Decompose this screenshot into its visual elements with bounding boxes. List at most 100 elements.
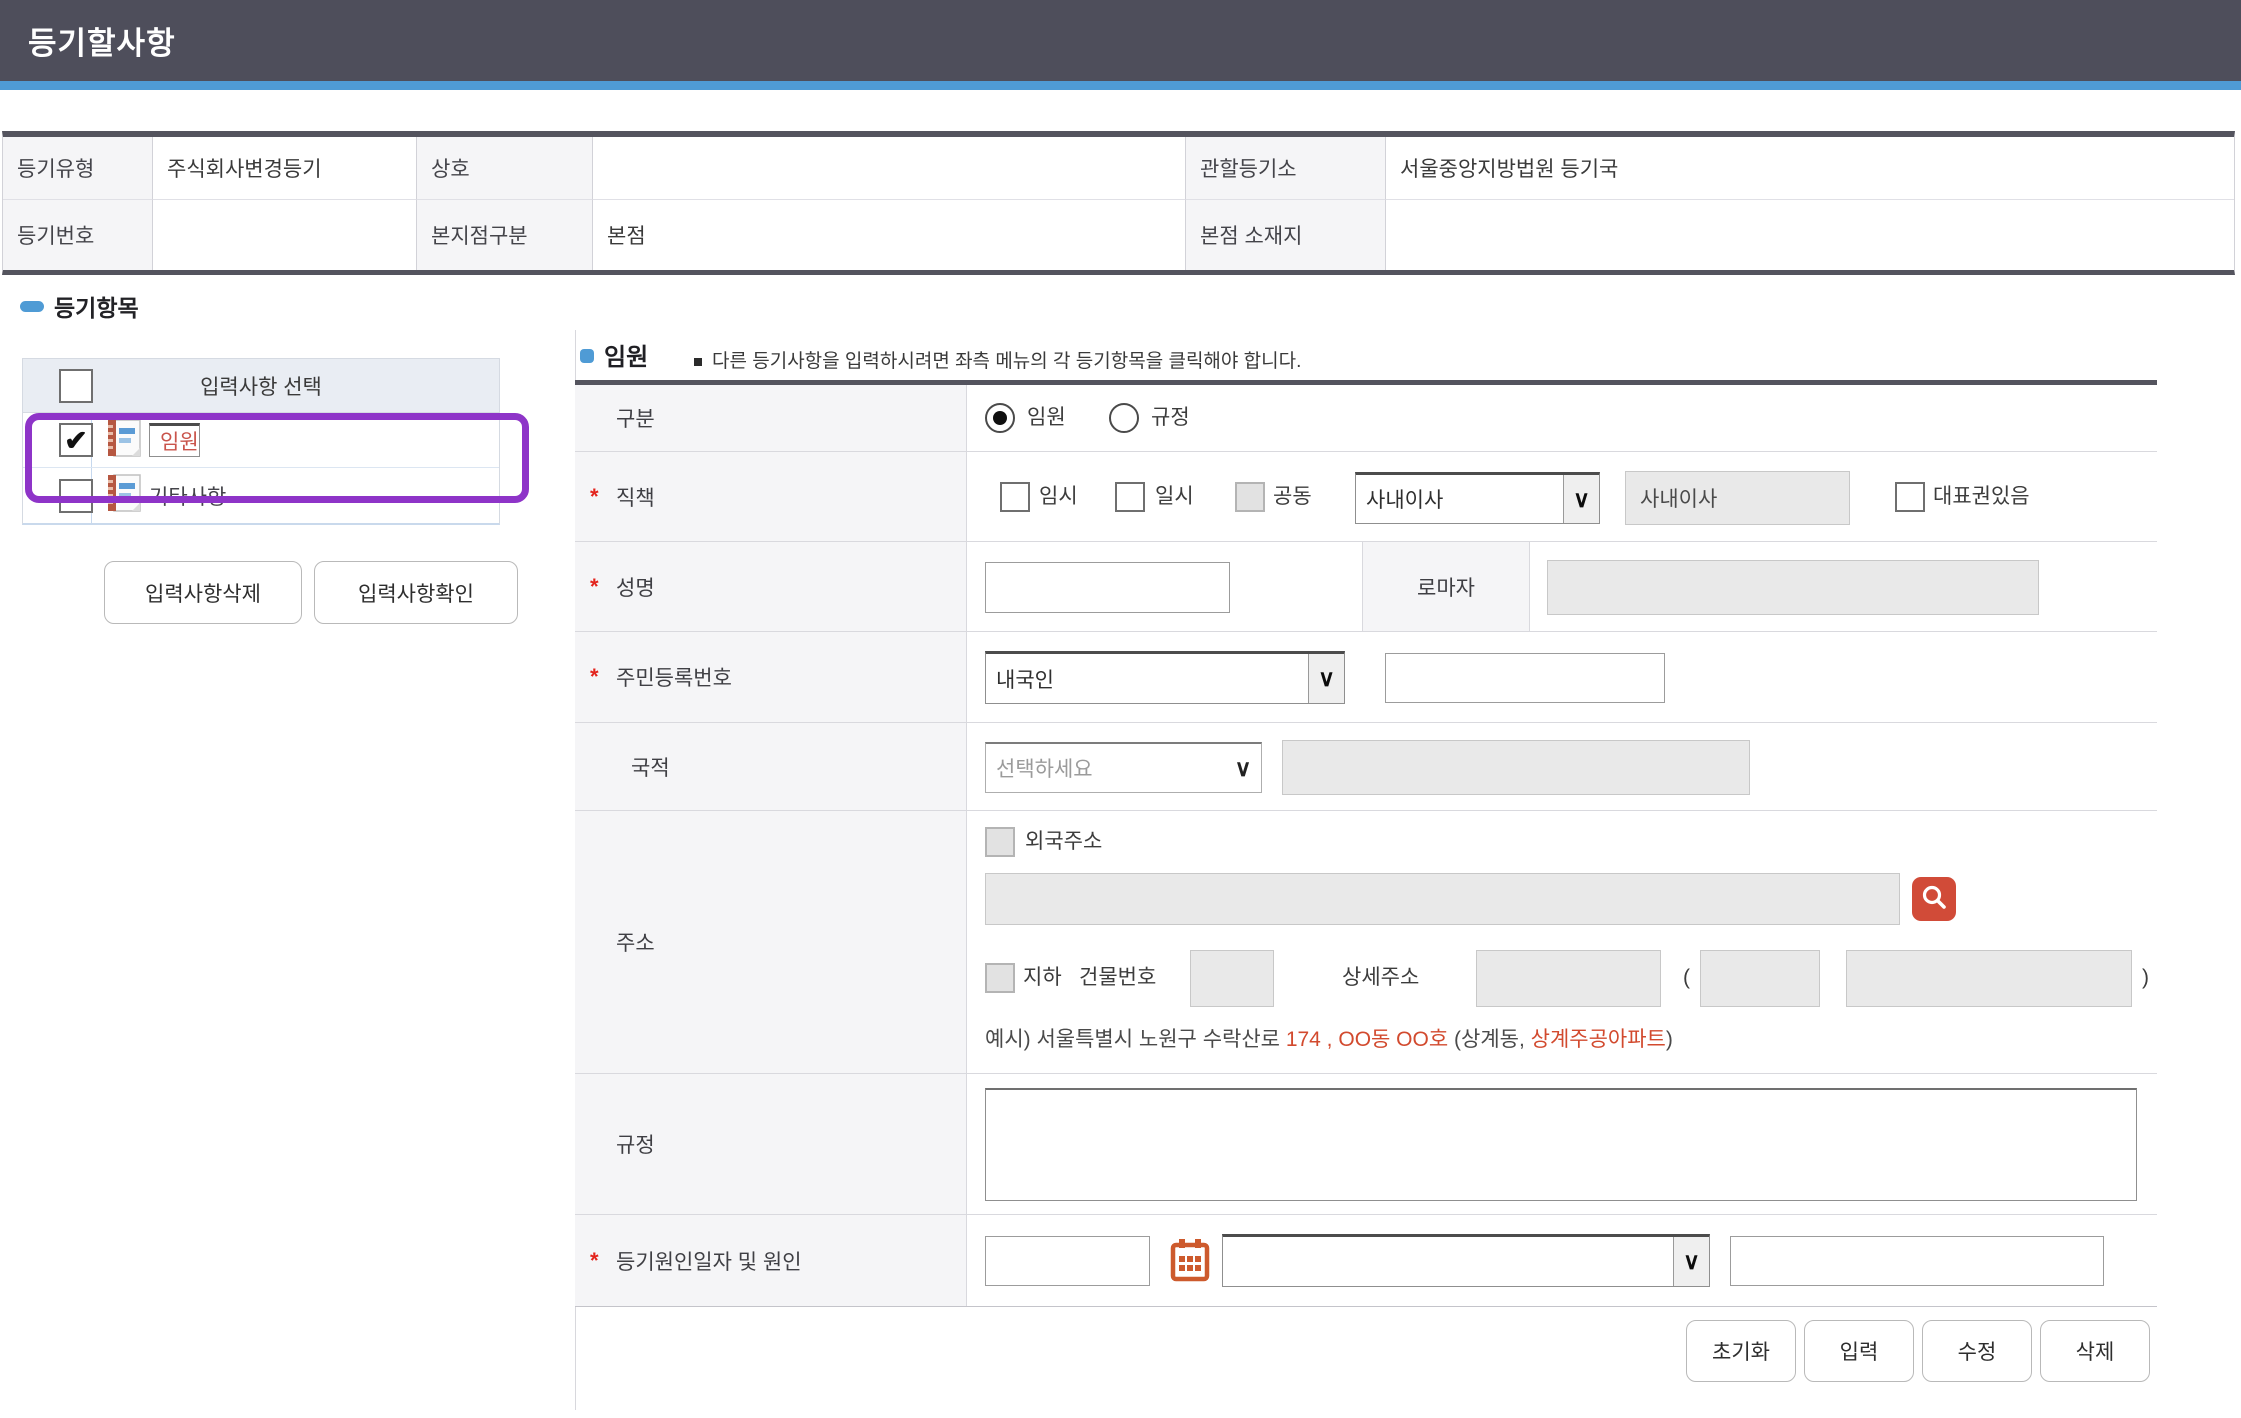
basement-checkbox [985,963,1015,993]
address-label: 주소 [616,927,655,957]
oneday-checkbox[interactable] [1115,482,1145,512]
accent-line [0,81,2241,90]
info-value-registration-number [153,200,417,270]
example-highlight-1: 174 , OO동 OO호 [1286,1028,1454,1051]
menu-header-label: 입력사항 선택 [23,371,499,401]
chevron-down-icon: ∨ [1563,475,1599,523]
required-asterisk: * [590,574,616,600]
info-label-registration-number: 등기번호 [3,200,153,270]
officer-form: 구분 임원 규정 * 직책 임시 일시 공동 사내이사 ∨ 사내이사 [575,380,2157,1307]
required-asterisk: * [590,484,616,510]
sidebar-section-title: 등기항목 [54,289,139,323]
nationality-type-select[interactable]: 내국인 ∨ [985,651,1345,704]
form-action-buttons: 초기화 입력 수정 삭제 [575,1320,2157,1382]
info-value-office-type: 본점 [593,200,1186,270]
nationality-input [1282,740,1750,795]
basement-checkbox-label: 지하 [1023,963,1062,993]
temporary-checkbox[interactable] [1000,482,1030,512]
form-row-address: 주소 외국주소 지하 건물번호 상세주소 ( [575,811,2157,1074]
example-prefix: 예시) 서울특별시 노원구 수락산로 [985,1028,1286,1051]
info-label-registry-office: 관할등기소 [1186,137,1386,200]
input-button[interactable]: 입력 [1804,1320,1914,1382]
category-officer-radio[interactable] [985,403,1015,433]
resident-number-input[interactable] [1385,653,1665,703]
registration-info-table: 등기유형 주식회사변경등기 상호 관할등기소 서울중앙지방법원 등기국 등기번호… [2,131,2235,275]
info-label-registration-type: 등기유형 [3,137,153,200]
nationality-label-cell: 국적 [575,723,967,810]
romanized-name-input [1547,560,2039,615]
form-row-nationality: 국적 선택하세요 ∨ [575,723,2157,811]
info-label-head-office-location: 본점 소재지 [1186,200,1386,270]
form-row-position: * 직책 임시 일시 공동 사내이사 ∨ 사내이사 대표권있음 [575,452,2157,542]
example-highlight-2: 상계주공아파트 [1531,1028,1666,1051]
paren-close: ) [2142,963,2149,993]
example-middle: (상계동, [1454,1028,1531,1051]
category-regulation-radio[interactable] [1109,403,1139,433]
resident-number-label: 주민등록번호 [616,662,732,692]
detail-address-label: 상세주소 [1342,963,1419,993]
calendar-icon[interactable] [1170,1237,1210,1288]
page-title: 등기할사항 [28,18,176,63]
page-header: 등기할사항 [0,0,2241,81]
regulation-textarea[interactable] [985,1088,2137,1201]
name-label-cell: * 성명 [575,542,967,631]
joint-checkbox [1235,482,1265,512]
cause-detail-input[interactable] [1730,1236,2104,1286]
extra-address-input [1846,950,2132,1007]
address-example-text: 예시) 서울특별시 노원구 수락산로 174 , OO동 OO호 (상계동, 상… [985,1023,1673,1053]
search-icon [1920,883,1948,916]
nationality-select-placeholder: 선택하세요 [996,753,1093,783]
temporary-checkbox-label: 임시 [1039,482,1078,512]
position-label: 직책 [616,482,655,512]
address-input [985,873,1900,925]
info-label-trade-name: 상호 [417,137,593,200]
info-value-trade-name [593,137,1186,200]
chevron-down-icon: ∨ [1308,654,1344,703]
delete-items-button[interactable]: 입력사항삭제 [104,561,302,624]
foreign-address-checkbox-label: 외국주소 [1025,827,1102,857]
example-suffix: ) [1666,1028,1673,1051]
address-label-cell: 주소 [575,811,967,1073]
reset-button[interactable]: 초기화 [1686,1320,1796,1382]
address-search-button[interactable] [1912,877,1956,921]
joint-checkbox-label: 공동 [1273,482,1312,512]
building-number-label: 건물번호 [1079,963,1156,993]
section-note: 다른 등기사항을 입력하시려면 좌측 메뉴의 각 등기항목을 클릭해야 합니다. [712,346,1301,373]
name-label: 성명 [616,572,655,602]
cause-label-cell: * 등기원인일자 및 원인 [575,1215,967,1306]
section-bullet-icon [580,349,594,363]
nationality-type-select-value: 내국인 [996,664,1054,694]
info-label-office-type: 본지점구분 [417,200,593,270]
confirm-items-button[interactable]: 입력사항확인 [314,561,518,624]
oneday-checkbox-label: 일시 [1155,482,1194,512]
romanized-label-cell: 로마자 [1362,542,1530,631]
cause-label: 등기원인일자 및 원인 [616,1246,802,1276]
position-readonly-field: 사내이사 [1625,471,1850,525]
chevron-down-icon: ∨ [1673,1237,1709,1286]
name-input[interactable] [985,562,1230,613]
nationality-label: 국적 [631,752,670,782]
nationality-select: 선택하세요 ∨ [985,742,1262,793]
delete-button[interactable]: 삭제 [2040,1320,2150,1382]
form-row-category: 구분 임원 규정 [575,385,2157,452]
position-select[interactable]: 사내이사 ∨ [1355,472,1600,524]
regulation-label-cell: 규정 [575,1074,967,1214]
resident-number-label-cell: * 주민등록번호 [575,632,967,722]
cause-date-input[interactable] [985,1236,1150,1286]
dong-input [1700,950,1820,1007]
representation-checkbox[interactable] [1895,482,1925,512]
representation-checkbox-label: 대표권있음 [1933,482,2030,512]
form-row-resident-number: * 주민등록번호 내국인 ∨ [575,632,2157,723]
info-value-registration-type: 주식회사변경등기 [153,137,417,200]
required-asterisk: * [590,1248,616,1274]
position-label-cell: * 직책 [575,452,967,541]
form-row-cause: * 등기원인일자 및 원인 ∨ [575,1215,2157,1307]
regulation-label: 규정 [616,1129,655,1159]
section-bullet-icon [20,301,44,312]
note-bullet-icon [694,358,702,366]
detail-address-input [1476,950,1661,1007]
cause-select[interactable]: ∨ [1222,1234,1710,1287]
modify-button[interactable]: 수정 [1922,1320,2032,1382]
category-officer-radio-label: 임원 [1027,403,1066,433]
form-row-regulation: 규정 [575,1074,2157,1215]
